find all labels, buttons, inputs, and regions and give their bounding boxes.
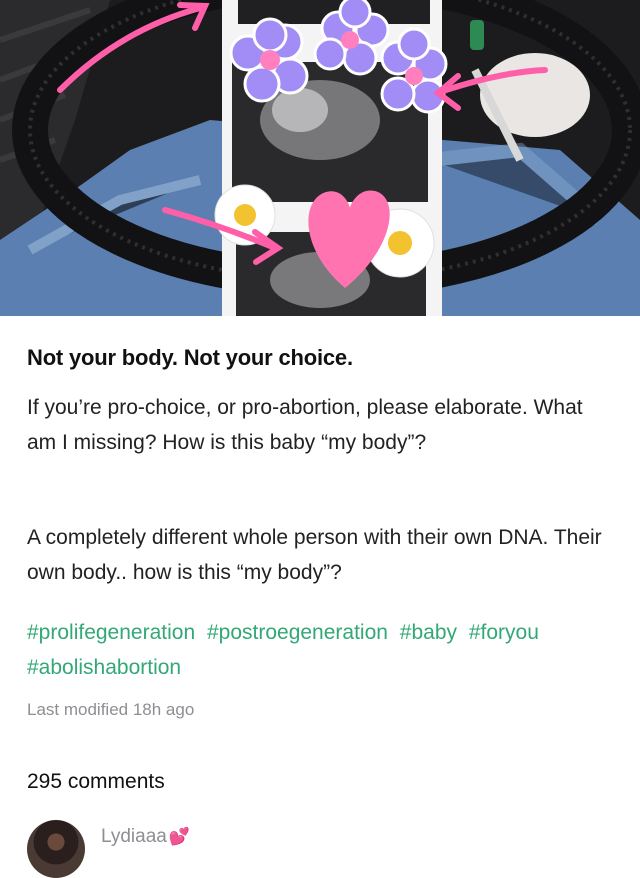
- two-hearts-icon: 💕: [168, 827, 191, 846]
- post-paragraph-2: A completely different whole person with…: [27, 526, 602, 584]
- hashtag-prolifegeneration[interactable]: #prolifegeneration: [27, 621, 195, 644]
- comment-item[interactable]: Lydiaaa 💕: [27, 818, 617, 878]
- hashtag-baby[interactable]: #baby: [400, 621, 457, 644]
- hashtag-list: #prolifegeneration #postroegeneration #b…: [27, 615, 617, 685]
- last-modified: Last modified 18h ago: [27, 700, 195, 719]
- post-image: [0, 0, 640, 316]
- hashtag-postroegeneration[interactable]: #postroegeneration: [207, 621, 388, 644]
- post-content: Not your body. Not your choice. If you’r…: [27, 330, 617, 793]
- comments-count: 295 comments: [27, 770, 165, 793]
- avatar[interactable]: [27, 820, 85, 878]
- hashtag-foryou[interactable]: #foryou: [469, 621, 539, 644]
- comment-author-name: Lydiaaa: [101, 826, 167, 847]
- post-paragraph-1: If you’re pro-choice, or pro-abortion, p…: [27, 396, 583, 454]
- hashtag-abolishabortion[interactable]: #abolishabortion: [27, 656, 181, 679]
- post-title: Not your body. Not your choice.: [27, 345, 353, 370]
- comment-author[interactable]: Lydiaaa 💕: [101, 826, 190, 848]
- post-photo[interactable]: [0, 0, 640, 316]
